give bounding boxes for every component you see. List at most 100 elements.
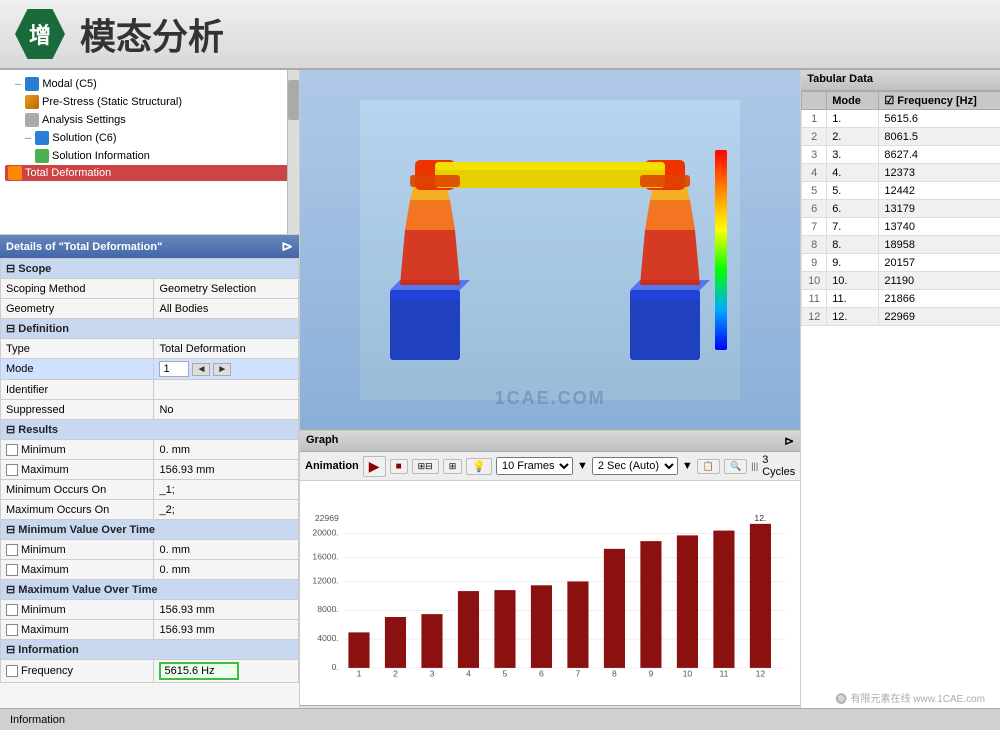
bar-6 (531, 585, 552, 668)
svg-text:12: 12 (756, 669, 766, 679)
mode-input[interactable] (159, 361, 189, 377)
bar-5 (494, 590, 515, 668)
table-row: 3 3. 8627.4 (802, 146, 1000, 164)
section-results: ⊟ Results (1, 420, 299, 440)
svg-text:20000.: 20000. (312, 527, 338, 537)
svg-text:10: 10 (683, 669, 693, 679)
bar-4 (458, 591, 479, 668)
viewport-and-graph: 1CAE.COM Graph ⊳ Animation ▶ ■ ⊞⊟ ⊞ 💡 (300, 70, 800, 730)
stop-button[interactable]: ■ (390, 459, 408, 474)
bottom-logo: 🔘 有限元素在线 www.1CAE.com (835, 690, 985, 705)
details-panel: Details of "Total Deformation" ⊳ ⊟ Scope… (0, 235, 299, 730)
section-scope: ⊟ Scope (1, 259, 299, 279)
details-table: ⊟ Scope Scoping Method Geometry Selectio… (0, 258, 299, 683)
details-title: Details of "Total Deformation" ⊳ (0, 235, 299, 258)
tabular-title: Tabular Data ⊳ (801, 70, 1000, 91)
frame-view-button[interactable]: ⊞ (443, 459, 463, 474)
bar-1 (348, 632, 369, 668)
svg-text:11: 11 (719, 669, 728, 679)
table-row: 10 10. 21190 (802, 272, 1000, 290)
tree-item-settings[interactable]: Analysis Settings (5, 111, 294, 129)
3d-viewport: 1CAE.COM (300, 70, 800, 430)
left-panel: ─ Modal (C5) Pre-Stress (Static Structur… (0, 70, 300, 730)
bar-3 (421, 614, 442, 668)
info-label: Information (10, 714, 65, 726)
row-maxtime-min: Minimum 156.93 mm (1, 600, 299, 620)
row-type: Type Total Deformation (1, 339, 299, 359)
bar-10 (677, 535, 698, 668)
row-max-occurs-on: Maximum Occurs On _2; (1, 500, 299, 520)
export-button[interactable]: 📋 (697, 459, 720, 474)
graph-title: Graph ⊳ (300, 431, 800, 452)
right-content: 1CAE.COM Graph ⊳ Animation ▶ ■ ⊞⊟ ⊞ 💡 (300, 70, 1000, 730)
svg-text:16000.: 16000. (312, 551, 338, 561)
graph-svg: 0. 4000. 8000. 12000. 16000. 20000. 2296… (310, 486, 790, 700)
3d-model-svg (360, 90, 740, 410)
maxtime-max-checkbox[interactable] (6, 624, 18, 636)
maxtime-min-checkbox[interactable] (6, 604, 18, 616)
graph-toolbar: Animation ▶ ■ ⊞⊟ ⊞ 💡 10 Frames ▼ 2 Sec (… (300, 452, 800, 481)
bulb-button[interactable]: 💡 (466, 458, 492, 475)
table-row: 1 1. 5615.6 (802, 110, 1000, 128)
svg-text:8000.: 8000. (317, 604, 339, 614)
tree-item-solution[interactable]: ─ Solution (C6) (5, 129, 294, 147)
row-mode[interactable]: Mode ◄ ► (1, 359, 299, 380)
tree-item-prestress[interactable]: Pre-Stress (Static Structural) (5, 93, 294, 111)
freq-checkbox[interactable] (6, 665, 18, 677)
svg-text:22969: 22969 (315, 513, 339, 523)
graph-panel: Graph ⊳ Animation ▶ ■ ⊞⊟ ⊞ 💡 10 Frames ▼ (300, 430, 800, 730)
frame-layout-button[interactable]: ⊞⊟ (412, 459, 439, 474)
cycles-label: 3 Cycles (762, 454, 795, 478)
row-min-occurs-on: Minimum Occurs On _1; (1, 480, 299, 500)
tree-item-deform[interactable]: Total Deformation (5, 165, 294, 181)
svg-text:9: 9 (649, 669, 654, 679)
page-title: 模态分析 (80, 8, 224, 60)
bar-8 (604, 549, 625, 668)
play-button[interactable]: ▶ (363, 456, 386, 477)
row-scoping-method: Scoping Method Geometry Selection (1, 279, 299, 299)
svg-text:0.: 0. (332, 662, 339, 672)
tabular-scroll[interactable]: Mode ☑ Frequency [Hz] 1 1. 5615.6 2 2. 8… (801, 91, 1000, 730)
row-maximum: Maximum 156.93 mm (1, 460, 299, 480)
svg-text:4000.: 4000. (317, 633, 339, 643)
bar-9 (640, 541, 661, 668)
table-row: 4 4. 12373 (802, 164, 1000, 182)
zoom-button[interactable]: 🔍 (724, 459, 747, 474)
section-definition: ⊟ Definition (1, 319, 299, 339)
tabular-body: 1 1. 5615.6 2 2. 8061.5 3 3. 8627.4 4 4.… (802, 110, 1000, 326)
svg-text:7: 7 (576, 669, 581, 679)
tabular-table: Mode ☑ Frequency [Hz] 1 1. 5615.6 2 2. 8… (801, 91, 1000, 326)
tree-item-modal[interactable]: ─ Modal (C5) (5, 75, 294, 93)
frequency-input[interactable] (159, 662, 239, 680)
table-row: 2 2. 8061.5 (802, 128, 1000, 146)
tabular-panel: Tabular Data ⊳ Mode ☑ Frequency [Hz] (800, 70, 1000, 730)
section-max-over-time: ⊟ Maximum Value Over Time (1, 580, 299, 600)
row-identifier: Identifier (1, 380, 299, 400)
tree-item-solinfo[interactable]: Solution Information (5, 147, 294, 165)
svg-text:6: 6 (539, 669, 544, 679)
bar-11 (713, 531, 734, 668)
table-row: 9 9. 20157 (802, 254, 1000, 272)
mode-next-button[interactable]: ► (213, 363, 231, 376)
svg-text:12000.: 12000. (312, 575, 338, 585)
row-suppressed: Suppressed No (1, 400, 299, 420)
header: 增 模态分析 (0, 0, 1000, 70)
mintime-max-checkbox[interactable] (6, 564, 18, 576)
duration-select[interactable]: 2 Sec (Auto) (592, 457, 678, 475)
row-mintime-max: Maximum 0. mm (1, 560, 299, 580)
row-frequency: Frequency (1, 660, 299, 683)
row-minimum: Minimum 0. mm (1, 440, 299, 460)
bar-12 (750, 524, 771, 668)
svg-text:4: 4 (466, 669, 471, 679)
min-checkbox[interactable] (6, 444, 18, 456)
table-row: 12 12. 22969 (802, 308, 1000, 326)
mintime-min-checkbox[interactable] (6, 544, 18, 556)
frames-select[interactable]: 10 Frames (496, 457, 573, 475)
bottom-bar: Information (0, 708, 1000, 730)
bar-2 (385, 617, 406, 668)
svg-text:5: 5 (503, 669, 508, 679)
svg-text:1: 1 (357, 669, 362, 679)
mode-prev-button[interactable]: ◄ (192, 363, 210, 376)
max-checkbox[interactable] (6, 464, 18, 476)
table-row: 5 5. 12442 (802, 182, 1000, 200)
